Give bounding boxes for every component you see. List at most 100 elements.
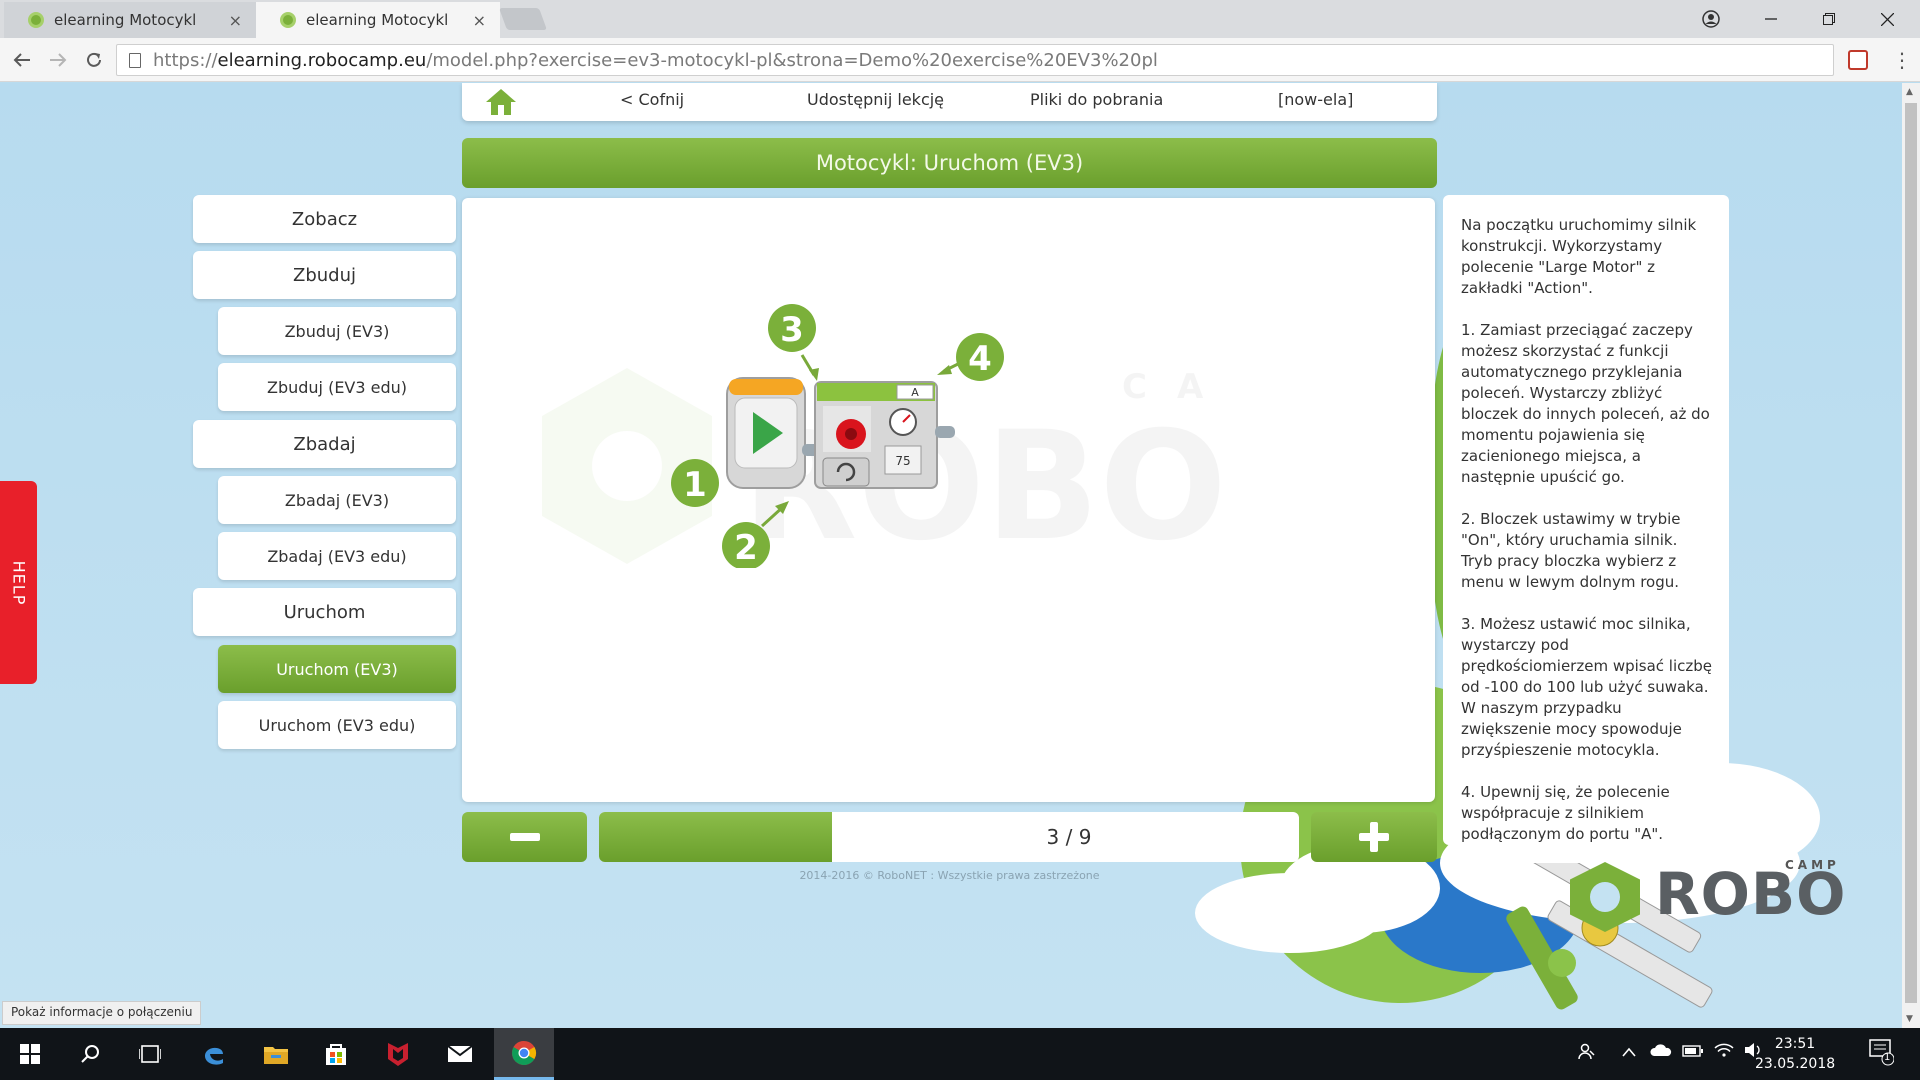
tab-title: elearning Motocykl xyxy=(54,11,197,29)
page-viewport: < Cofnij Udostępnij lekcję Pliki do pobr… xyxy=(0,83,1902,1028)
robocamp-favicon-icon xyxy=(280,12,296,28)
page-info-icon[interactable] xyxy=(129,52,141,68)
back-arrow-icon[interactable] xyxy=(8,46,36,74)
extension-shield-icon[interactable] xyxy=(1848,50,1868,70)
store-icon[interactable] xyxy=(318,1036,354,1072)
close-window-icon[interactable] xyxy=(1872,4,1902,34)
marker-label: 3 xyxy=(780,310,804,350)
menu-item-zbadaj-ev3-edu[interactable]: Zbadaj (EV3 edu) xyxy=(218,532,456,580)
marker-1: 1 xyxy=(671,459,719,507)
robocamp-logo: CAMP ROBO xyxy=(1570,858,1870,938)
marker-label: 2 xyxy=(734,528,758,568)
taskbar-clock[interactable]: 23:51 23.05.2018 xyxy=(1755,1034,1835,1074)
back-link[interactable]: < Cofnij xyxy=(620,90,684,109)
menu-item-label: Zbuduj (EV3) xyxy=(284,321,390,341)
menu-item-label: Uruchom (EV3) xyxy=(276,659,398,679)
downloads-link[interactable]: Pliki do pobrania xyxy=(1030,90,1163,109)
mode-selector[interactable] xyxy=(822,457,870,487)
instruction-paragraph: 2. Bloczek ustawimy w trybie "On", który… xyxy=(1461,510,1681,591)
notifications-icon[interactable]: 1 xyxy=(1868,1036,1895,1070)
marker-2: 2 xyxy=(722,522,770,568)
menu-item-label: Uruchom (EV3 edu) xyxy=(258,715,416,735)
windows-taskbar: 23:51 23.05.2018 1 xyxy=(0,1028,1920,1080)
address-bar[interactable]: https://elearning.robocamp.eu/model.php?… xyxy=(116,44,1834,76)
browser-toolbar: https://elearning.robocamp.eu/model.php?… xyxy=(0,38,1920,82)
footer-copyright: 2014-2016 © RoboNET : Wszystkie prawa za… xyxy=(799,869,1100,882)
instruction-paragraph: 4. Upewnij się, że polecenie współpracuj… xyxy=(1461,783,1670,843)
url-scheme: https:// xyxy=(153,49,218,71)
people-icon[interactable] xyxy=(1578,1042,1596,1064)
mail-icon[interactable] xyxy=(442,1036,478,1072)
step-progress-bar: 3 / 9 xyxy=(599,812,1299,862)
ev3-program-diagram: A 75 1 2 3 4 xyxy=(671,304,1004,568)
new-tab-button[interactable] xyxy=(498,8,548,30)
menu-item-uruchom-ev3[interactable]: Uruchom (EV3) xyxy=(218,645,456,693)
home-icon[interactable] xyxy=(484,87,518,117)
scroll-down-icon[interactable]: ▼ xyxy=(1906,1014,1913,1024)
battery-icon[interactable] xyxy=(1682,1042,1704,1061)
mcafee-icon[interactable] xyxy=(380,1036,416,1072)
clock-time: 23:51 xyxy=(1774,1036,1816,1052)
chevron-up-icon[interactable] xyxy=(1622,1042,1636,1061)
edge-icon[interactable] xyxy=(196,1036,232,1072)
large-motor-block: A 75 xyxy=(814,381,955,489)
browser-tab-1[interactable]: elearning Motocykl × xyxy=(4,2,256,38)
instruction-paragraph: 3. Możesz ustawić moc silnika, wystarczy… xyxy=(1461,615,1713,759)
restore-icon[interactable] xyxy=(1814,4,1844,34)
wifi-icon[interactable] xyxy=(1714,1042,1734,1061)
share-lesson-link[interactable]: Udostępnij lekcję xyxy=(807,90,944,109)
menu-item-zbadaj[interactable]: Zbadaj xyxy=(193,420,456,468)
top-navigation: < Cofnij Udostępnij lekcję Pliki do pobr… xyxy=(462,83,1437,121)
start-block xyxy=(726,377,806,489)
logo-robo-text: ROBO xyxy=(1655,860,1847,928)
robocamp-favicon-icon xyxy=(28,12,44,28)
port-label: A xyxy=(911,386,919,399)
previous-step-button[interactable] xyxy=(462,812,587,862)
task-view-icon[interactable] xyxy=(132,1036,168,1072)
help-tab[interactable]: HELP xyxy=(0,481,37,684)
windows-start-icon[interactable] xyxy=(12,1036,48,1072)
reload-icon[interactable] xyxy=(80,46,108,74)
menu-item-zbadaj-ev3[interactable]: Zbadaj (EV3) xyxy=(218,476,456,524)
lesson-title: Motocykl: Uruchom (EV3) xyxy=(815,151,1084,175)
tab-close-icon[interactable]: × xyxy=(229,11,242,30)
scrollbar-thumb[interactable] xyxy=(1905,103,1917,1003)
search-icon[interactable] xyxy=(72,1036,108,1072)
next-step-button[interactable] xyxy=(1311,812,1437,862)
browser-tab-2[interactable]: elearning Motocykl × xyxy=(256,2,500,38)
forward-arrow-icon[interactable] xyxy=(44,46,72,74)
tab-bar: elearning Motocykl × elearning Motocykl … xyxy=(0,0,1920,38)
minimize-icon[interactable] xyxy=(1756,4,1786,34)
menu-item-label: Zbadaj xyxy=(293,433,356,455)
instruction-paragraph: 1. Zamiast przeciągać zaczepy możesz sko… xyxy=(1461,321,1710,486)
step-counter: 3 / 9 xyxy=(1046,825,1092,849)
menu-item-label: Uruchom xyxy=(283,601,366,623)
tab-close-icon[interactable]: × xyxy=(473,11,486,30)
file-explorer-icon[interactable] xyxy=(258,1036,294,1072)
chrome-icon[interactable] xyxy=(494,1028,554,1080)
marker-4: 4 xyxy=(956,333,1004,381)
instructions-panel: Na początku uruchomimy silnik konstrukcj… xyxy=(1443,195,1729,845)
user-link[interactable]: [now-ela] xyxy=(1278,90,1353,109)
robocamp-hex-icon xyxy=(1570,862,1640,932)
menu-item-label: Zbuduj xyxy=(293,264,356,286)
menu-item-zbuduj-ev3[interactable]: Zbuduj (EV3) xyxy=(218,307,456,355)
onedrive-icon[interactable] xyxy=(1650,1042,1672,1061)
menu-item-zbuduj-ev3-edu[interactable]: Zbuduj (EV3 edu) xyxy=(218,363,456,411)
marker-3: 3 xyxy=(768,304,816,352)
menu-item-zobacz[interactable]: Zobacz xyxy=(193,195,456,243)
clock-date: 23.05.2018 xyxy=(1755,1056,1836,1072)
menu-item-label: Zbuduj (EV3 edu) xyxy=(266,377,408,397)
marker-label: 1 xyxy=(683,465,707,505)
menu-item-uruchom[interactable]: Uruchom xyxy=(193,588,456,636)
profile-icon[interactable] xyxy=(1696,4,1726,34)
page-scrollbar[interactable]: ▲ ▼ xyxy=(1902,83,1920,1028)
notification-count: 1 xyxy=(1884,1052,1891,1063)
menu-dots-icon[interactable]: ⋮ xyxy=(1892,48,1912,72)
menu-item-zbuduj[interactable]: Zbuduj xyxy=(193,251,456,299)
menu-item-label: Zobacz xyxy=(291,208,358,230)
menu-item-uruchom-ev3-edu[interactable]: Uruchom (EV3 edu) xyxy=(218,701,456,749)
connector xyxy=(935,426,955,438)
url-text: https://elearning.robocamp.eu/model.php?… xyxy=(153,50,1158,71)
scroll-up-icon[interactable]: ▲ xyxy=(1906,87,1913,97)
